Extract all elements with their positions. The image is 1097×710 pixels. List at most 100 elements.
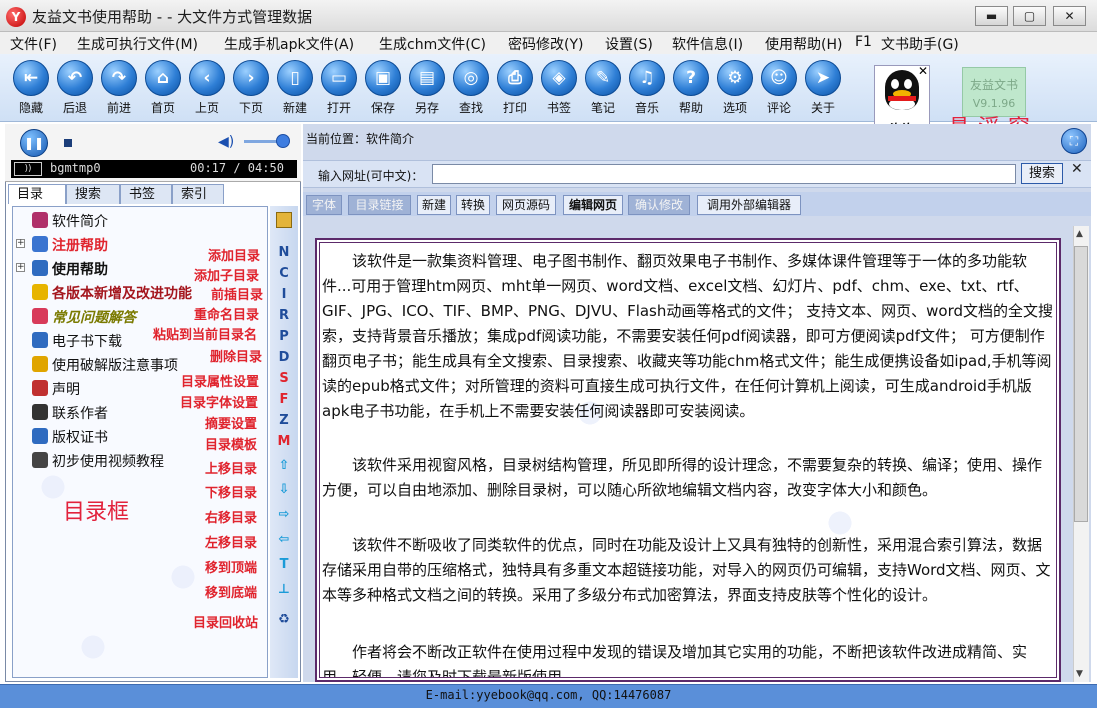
edit-button[interactable]: 目录链接 xyxy=(348,195,411,215)
delete-icon[interactable]: D xyxy=(270,350,298,365)
annotation-label: 移到底端 xyxy=(205,586,258,601)
toolbar-label: 查找 xyxy=(458,101,483,115)
annotation-label: 添加目录 xyxy=(208,249,261,264)
toolbar-new-button[interactable]: ▯ 新建 xyxy=(273,60,317,120)
font-icon[interactable]: F xyxy=(270,392,298,407)
maximize-button[interactable]: ▢ xyxy=(1013,6,1046,26)
toolbar-help-button[interactable]: ? 帮助 xyxy=(669,60,713,120)
toolbar-print-button[interactable]: ⎙ 打印 xyxy=(493,60,537,120)
toolbar-save-as-button[interactable]: ▤ 另存 xyxy=(405,60,449,120)
scroll-thumb[interactable] xyxy=(1074,246,1088,522)
edit-button[interactable]: 确认修改 xyxy=(628,195,690,215)
expand-icon[interactable]: + xyxy=(16,239,25,248)
qq-close-icon[interactable]: ✕ xyxy=(918,64,928,78)
stop-button[interactable] xyxy=(64,139,72,147)
toolbar-open-button[interactable]: ▭ 打开 xyxy=(317,60,361,120)
toolbar-home-button[interactable]: ⌂ 首页 xyxy=(141,60,185,120)
move-bottom-icon[interactable]: ⊥ xyxy=(270,582,298,597)
toolbar-next-page-button[interactable]: › 下页 xyxy=(229,60,273,120)
expand-icon[interactable]: + xyxy=(16,263,25,272)
edit-button[interactable]: 转换 xyxy=(456,195,490,215)
rename-icon[interactable]: R xyxy=(270,308,298,323)
edit-button[interactable]: 网页源码 xyxy=(496,195,556,215)
about-icon: ➤ xyxy=(805,60,841,96)
move-right-icon[interactable]: ⇨ xyxy=(270,507,298,522)
find-icon: ◎ xyxy=(453,60,489,96)
toolbar-prev-page-button[interactable]: ‹ 上页 xyxy=(185,60,229,120)
toolbar-hide-button[interactable]: ⇤ 隐藏 xyxy=(9,60,53,120)
menu-build-apk[interactable]: 生成手机apk文件(A) xyxy=(224,34,354,54)
globe-icon xyxy=(32,332,48,348)
edit-button[interactable]: 新建 xyxy=(417,195,451,215)
tab-search[interactable]: 搜索 xyxy=(66,184,120,204)
fullscreen-icon[interactable]: ⛶ xyxy=(1061,128,1087,154)
menu-help[interactable]: 使用帮助(H) xyxy=(765,34,842,54)
paste-icon[interactable]: P xyxy=(270,329,298,344)
edit-button[interactable]: 调用外部编辑器 xyxy=(697,195,801,215)
scroll-down-icon[interactable]: ▼ xyxy=(1076,669,1083,679)
child-icon[interactable]: C xyxy=(270,266,298,281)
toolbar-save-button[interactable]: ▣ 保存 xyxy=(361,60,405,120)
toolbar-label: 前进 xyxy=(106,101,131,115)
url-input[interactable] xyxy=(432,164,1016,184)
menu-assistant[interactable]: 文书助手(G) xyxy=(881,34,959,54)
tree-item-label: 使用破解版注意事项 xyxy=(52,358,178,374)
next-page-icon: › xyxy=(233,60,269,96)
url-close-icon[interactable]: ✕ xyxy=(1071,161,1083,177)
home-icon: ⌂ xyxy=(145,60,181,96)
menu-build-exe[interactable]: 生成可执行文件(M) xyxy=(77,34,198,54)
menu-file[interactable]: 文件(F) xyxy=(10,34,57,54)
recycle-bin-icon[interactable]: ♻ xyxy=(270,612,298,627)
options-icon: ⚙ xyxy=(717,60,753,96)
insert-icon[interactable]: I xyxy=(270,287,298,302)
move-down-icon[interactable]: ⇩ xyxy=(270,482,298,497)
toolbar-forward-button[interactable]: ↷ 前进 xyxy=(97,60,141,120)
minimize-button[interactable]: ▬ xyxy=(975,6,1008,26)
menu-settings[interactable]: 设置(S) xyxy=(605,34,653,54)
summary-icon[interactable]: Z xyxy=(270,413,298,428)
close-button[interactable]: ✕ xyxy=(1053,6,1086,26)
scroll-up-icon[interactable]: ▲ xyxy=(1076,229,1083,239)
tab-contents[interactable]: 目录 xyxy=(8,184,66,204)
document-view[interactable]: 该软件是一款集资料管理、电子图书制作、翻页效果电子书制作、多媒体课件管理等于一体… xyxy=(319,242,1057,678)
menu-bar: 文件(F) 生成可执行文件(M) 生成手机apk文件(A) 生成chm文件(C)… xyxy=(0,32,1097,54)
toolbar-label: 上页 xyxy=(194,101,219,115)
toolbar-find-button[interactable]: ◎ 查找 xyxy=(449,60,493,120)
menu-password[interactable]: 密码修改(Y) xyxy=(508,34,583,54)
move-up-icon[interactable]: ⇧ xyxy=(270,458,298,473)
properties-icon[interactable]: S xyxy=(270,371,298,386)
back-icon: ↶ xyxy=(57,60,93,96)
pause-button[interactable]: ❚❚ xyxy=(20,129,48,157)
toolbar-bookmark-button[interactable]: ◈ 书签 xyxy=(537,60,581,120)
toolbar-about-button[interactable]: ➤ 关于 xyxy=(801,60,845,120)
tab-bookmarks[interactable]: 书签 xyxy=(120,184,172,204)
template-icon[interactable]: M xyxy=(270,434,298,449)
bookmark-icon: ◈ xyxy=(541,60,577,96)
new-icon[interactable]: N xyxy=(270,245,298,260)
menu-software-info[interactable]: 软件信息(I) xyxy=(672,34,743,54)
folder-add-icon[interactable] xyxy=(276,212,292,228)
toolbar-back-button[interactable]: ↶ 后退 xyxy=(53,60,97,120)
menu-build-chm[interactable]: 生成chm文件(C) xyxy=(379,34,486,54)
toolbar-note-button[interactable]: ✎ 笔记 xyxy=(581,60,625,120)
book-icon xyxy=(32,212,48,228)
edit-button[interactable]: 编辑网页 xyxy=(563,195,623,215)
app-logo-icon: Y xyxy=(6,7,26,27)
toolbar-music-button[interactable]: ♫ 音乐 xyxy=(625,60,669,120)
menu-f1[interactable]: F1 xyxy=(855,34,872,50)
books-icon xyxy=(32,404,48,420)
toolbar-options-button[interactable]: ⚙ 选项 xyxy=(713,60,757,120)
toolbar-label: 评论 xyxy=(766,101,791,115)
annotation-label: 目录模板 xyxy=(205,438,258,453)
annotation-label: 移到顶端 xyxy=(205,561,258,576)
tree-item-label: 声明 xyxy=(52,382,80,398)
move-top-icon[interactable]: T xyxy=(270,557,298,572)
edit-button[interactable]: 字体 xyxy=(306,195,342,215)
toolbar-comment-button[interactable]: ☺ 评论 xyxy=(757,60,801,120)
search-button[interactable]: 搜索 xyxy=(1021,163,1063,184)
move-left-icon[interactable]: ⇦ xyxy=(270,532,298,547)
volume-knob[interactable] xyxy=(276,134,290,148)
toolbar-label: 选项 xyxy=(722,101,747,115)
tab-index[interactable]: 索引 xyxy=(172,184,224,204)
annotation-label: 下移目录 xyxy=(205,486,258,501)
